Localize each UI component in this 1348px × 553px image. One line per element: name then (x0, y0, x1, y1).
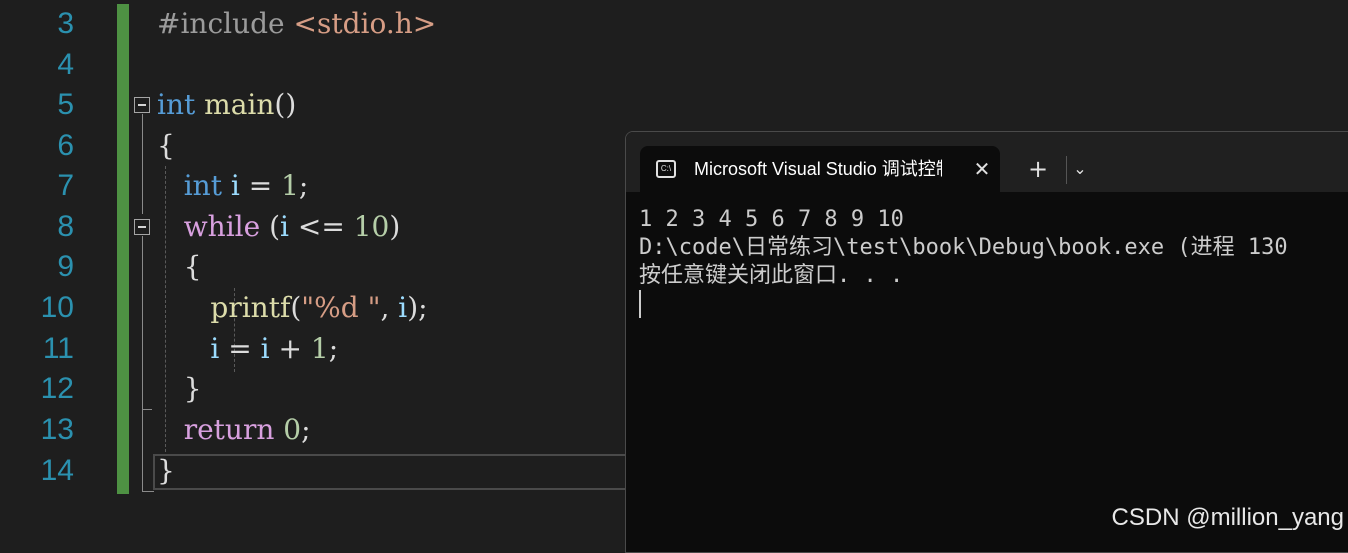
punctuation: ( (290, 291, 302, 324)
code-line-5: int main() (157, 85, 296, 125)
chevron-down-icon[interactable]: ⌄ (1068, 146, 1092, 192)
code-line-13: return 0; (157, 410, 311, 450)
line-number: 14 (40, 454, 74, 487)
punctuation: ) (389, 210, 401, 243)
number-literal: 1 (310, 332, 329, 365)
variable: i (398, 291, 408, 324)
console-output-line: 按任意键关闭此窗口. . . (639, 263, 904, 288)
string-literal: "%d " (301, 291, 381, 324)
line-number: 9 (57, 250, 74, 283)
line-number: 12 (40, 372, 74, 405)
collapse-icon[interactable] (134, 97, 150, 113)
operator: <= (288, 210, 354, 243)
keyword: int (157, 88, 196, 121)
code-line-11: i = i + 1; (157, 329, 338, 369)
code-line-14: } (157, 451, 175, 491)
variable: i (280, 210, 289, 243)
code-line-7: int i = 1; (157, 166, 309, 206)
punctuation: , (380, 291, 399, 324)
fold-line-end (142, 409, 152, 410)
number-literal: 10 (353, 210, 390, 243)
line-number: 11 (42, 332, 74, 365)
function-name: main (204, 88, 275, 121)
tab-bar: C:\ Microsoft Visual Studio 调试控制台 ✕ + ⌄ (626, 132, 1348, 192)
fold-line (142, 236, 143, 492)
code-line-3: #include <stdio.h> (157, 4, 436, 44)
code-line-10: printf("%d ", i); (157, 288, 428, 328)
fold-line-end (142, 491, 154, 492)
control-keyword: return (183, 413, 275, 446)
line-number: 4 (57, 48, 74, 81)
code-line-12: } (157, 369, 202, 409)
watermark: CSDN @million_yang (1111, 504, 1344, 531)
punctuation: ; (298, 169, 309, 202)
variable: i (260, 332, 270, 365)
current-line-highlight (153, 454, 628, 490)
console-icon: C:\ (656, 160, 676, 178)
number-literal: 1 (281, 169, 299, 202)
fold-line (142, 114, 143, 214)
brace: } (157, 454, 175, 487)
include-header: <stdio.h> (293, 7, 437, 40)
line-number: 7 (57, 169, 74, 202)
line-number: 10 (40, 291, 74, 324)
operator: + (269, 332, 311, 365)
code-line-8: while (i <= 10) (157, 207, 401, 247)
function-name: printf (210, 291, 291, 324)
line-number: 13 (40, 413, 74, 446)
line-number: 8 (57, 210, 74, 243)
line-number: 6 (57, 129, 74, 162)
punctuation: ; (328, 332, 339, 365)
console-tab[interactable]: C:\ Microsoft Visual Studio 调试控制台 ✕ (640, 146, 1000, 192)
variable: i (230, 169, 240, 202)
punctuation: ; (301, 413, 311, 446)
close-icon[interactable]: ✕ (970, 146, 994, 192)
number-literal: 0 (283, 413, 302, 446)
punctuation: () (274, 88, 297, 121)
punctuation: ); (407, 291, 428, 324)
operator: = (239, 169, 282, 202)
preprocessor-directive: #include (157, 7, 294, 40)
keyword: int (183, 169, 222, 202)
console-output-line: D:\code\日常练习\test\book\Debug\book.exe (进… (639, 235, 1288, 260)
tab-separator (1066, 156, 1067, 184)
tab-title: Microsoft Visual Studio 调试控制台 (694, 159, 942, 179)
code-line-9: { (157, 247, 202, 287)
new-tab-button[interactable]: + (1022, 146, 1054, 192)
debug-console-window[interactable]: C:\ Microsoft Visual Studio 调试控制台 ✕ + ⌄ … (625, 131, 1348, 553)
change-indicator-bar (117, 4, 129, 494)
punctuation: ( (260, 210, 281, 243)
console-output-line: 1 2 3 4 5 6 7 8 9 10 (639, 207, 904, 232)
code-line-6: { (157, 126, 175, 166)
line-number: 3 (57, 7, 74, 40)
operator: = (219, 332, 261, 365)
line-number: 5 (57, 88, 74, 121)
brace: { (157, 129, 175, 162)
control-keyword: while (183, 210, 261, 243)
brace: { (183, 250, 202, 283)
text-cursor (639, 290, 641, 318)
collapse-icon[interactable] (134, 219, 150, 235)
brace: } (183, 372, 202, 405)
